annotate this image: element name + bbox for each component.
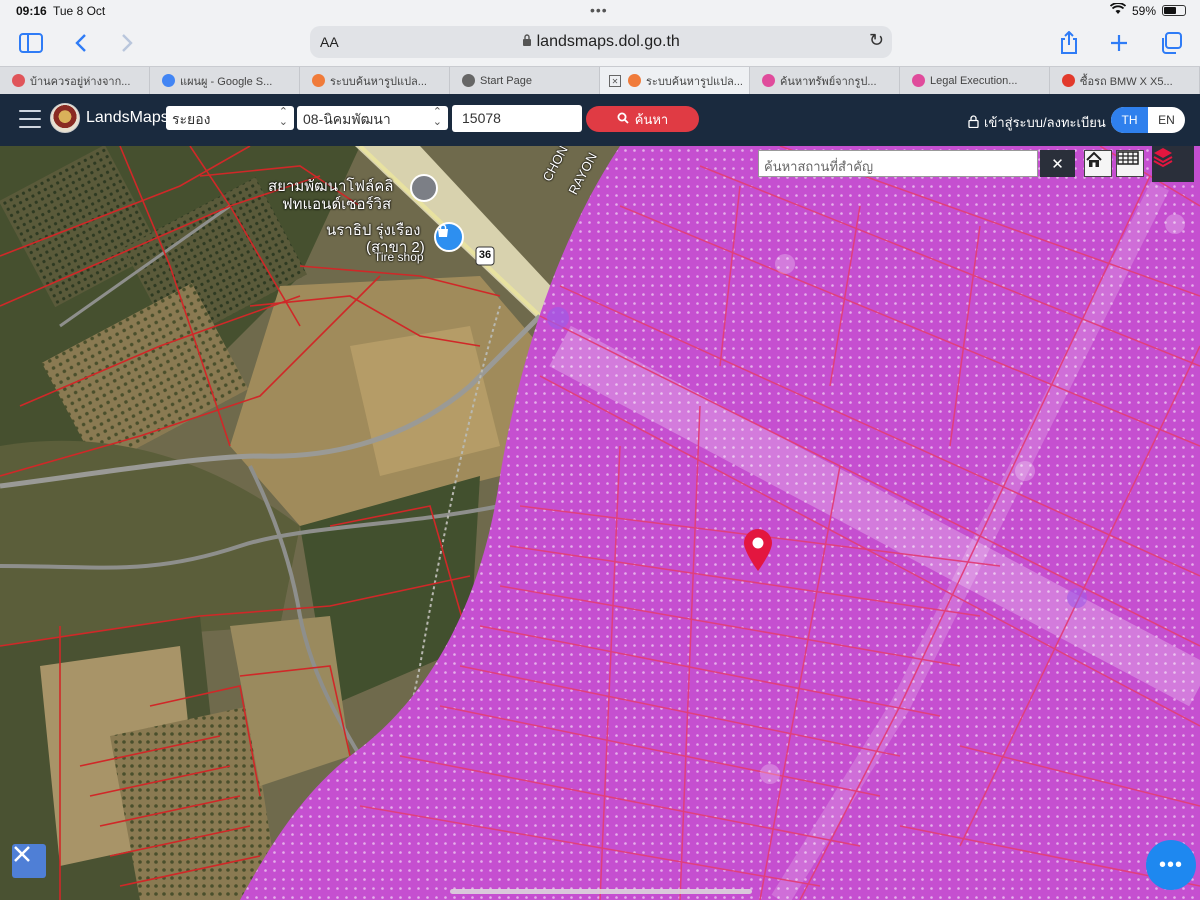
sidebar-icon[interactable] (16, 28, 46, 58)
menu-icon[interactable] (19, 110, 41, 128)
browser-tab[interactable]: Start Page (450, 67, 600, 95)
browser-tab-label: บ้านควรอยู่ห่างจาก... (30, 76, 131, 88)
search-button[interactable]: ค้นหา (586, 106, 699, 132)
close-icon: ✕ (1051, 155, 1064, 173)
poi-label[interactable]: ฟทแอนด์เซอร์วิส (282, 192, 391, 216)
forward-icon[interactable] (112, 28, 142, 58)
wifi-icon (1109, 2, 1127, 18)
reload-icon[interactable]: ↻ (869, 30, 884, 51)
status-bar: 09:16 Tue 8 Oct ••• 59% (0, 0, 1200, 22)
district-select[interactable]: 08-นิคมพัฒนา ⌃ ⌄ (297, 106, 448, 130)
browser-tab-label: Start Page (480, 75, 532, 87)
status-time: 09:16 (16, 4, 47, 18)
back-icon[interactable] (66, 28, 96, 58)
map-pin-icon (312, 74, 325, 87)
map-pin-icon (628, 74, 641, 87)
language-toggle[interactable]: TH EN (1111, 107, 1185, 133)
lang-th-button[interactable]: TH (1111, 107, 1148, 133)
address-bar[interactable]: AA landsmaps.dol.go.th ↻ (310, 26, 892, 58)
parcel-number-input[interactable]: 15078 (452, 105, 582, 132)
pink-circle-icon (912, 74, 925, 87)
browser-tab-label: แผนผู - Google S... (180, 76, 273, 88)
o2o-icon (1062, 74, 1075, 87)
home-indicator[interactable] (450, 889, 752, 894)
search-button-label: ค้นหา (634, 111, 669, 127)
new-tab-icon[interactable] (1104, 28, 1134, 58)
browser-toolbar: AA landsmaps.dol.go.th ↻ (0, 22, 1200, 66)
browser-tab-label: Legal Execution... (930, 75, 1018, 87)
province-select[interactable]: ระยอง ⌃ ⌄ (166, 106, 294, 130)
shop-marker-icon[interactable] (434, 222, 464, 252)
browser-tab-label: ค้นหาทรัพย์จากรูป... (780, 76, 877, 88)
grid-button[interactable] (1116, 150, 1144, 177)
road-number: 36 (478, 249, 492, 261)
parcel-number-value: 15078 (462, 110, 501, 126)
lock-icon (968, 114, 979, 131)
dol-logo (50, 103, 80, 133)
tabs-overview-icon[interactable] (1156, 28, 1186, 58)
browser-tab[interactable]: ✕ ระบบค้นหารูปแปล... (600, 67, 750, 95)
browser-tab-label: ระบบค้นหารูปแปล... (330, 76, 427, 88)
browser-tab-bar: บ้านควรอยู่ห่างจาก... แผนผู - Google S...… (0, 66, 1200, 95)
browser-tab-label: ซื้อรถ BMW X X5... (1080, 76, 1173, 88)
district-value: 08-นิคมพัฒนา (303, 111, 391, 127)
search-icon (617, 112, 629, 127)
login-label: เข้าสู่ระบบ/ลงทะเบียน (984, 115, 1106, 130)
poi-category-label: Tire shop (374, 250, 424, 264)
more-options-button[interactable]: ••• (1146, 840, 1196, 890)
browser-tab[interactable]: แผนผู - Google S... (150, 67, 300, 95)
share-icon[interactable] (1054, 28, 1084, 58)
place-search-placeholder: ค้นหาสถานที่สำคัญ (764, 159, 874, 174)
browser-tab[interactable]: บ้านควรอยู่ห่างจาก... (0, 67, 150, 95)
status-right: 59% (1109, 2, 1186, 18)
lang-en-button[interactable]: EN (1148, 107, 1185, 133)
more-dots-icon: ••• (1158, 853, 1183, 876)
browser-tab[interactable]: ระบบค้นหารูปแปล... (300, 67, 450, 95)
battery-percent: 59% (1131, 3, 1156, 18)
pink-circle-icon (762, 74, 775, 87)
province-value: ระยอง (172, 111, 211, 127)
star-icon (462, 74, 475, 87)
poi-marker-icon[interactable] (410, 174, 438, 202)
brand-name: LandsMaps (86, 109, 169, 126)
browser-tab[interactable]: ค้นหาทรัพย์จากรูป... (750, 67, 900, 95)
multitask-dots[interactable]: ••• (590, 2, 608, 18)
browser-tab[interactable]: Legal Execution... (900, 67, 1050, 95)
google-icon (162, 74, 175, 87)
home-button[interactable] (1084, 150, 1112, 177)
layers-button[interactable] (1152, 146, 1194, 182)
url-value: landsmaps.dol.go.th (536, 33, 680, 50)
measure-tool-button[interactable] (12, 844, 46, 878)
clear-search-button[interactable]: ✕ (1040, 150, 1075, 177)
browser-tab[interactable]: ซื้อรถ BMW X X5... (1050, 67, 1200, 95)
browser-tab-label: ระบบค้นหารูปแปล... (646, 76, 743, 88)
app-header: LandsMaps ระยอง ⌃ ⌄ 08-นิคมพัฒนา ⌃ ⌄ 15078… (0, 94, 1200, 146)
url-text: landsmaps.dol.go.th (310, 33, 892, 51)
map-canvas[interactable]: สยามพัฒนาโฟล์คลิ ฟทแอนด์เซอร์วิส นราธิป … (0, 146, 1200, 900)
updown-chevron-icon: ⌃ ⌄ (278, 106, 288, 128)
lock-icon (522, 33, 536, 50)
place-search-input[interactable]: ค้นหาสถานที่สำคัญ (758, 150, 1038, 177)
map-imagery[interactable] (0, 146, 1200, 900)
login-link[interactable]: เข้าสู่ระบบ/ลงทะเบียน (968, 112, 1106, 133)
house-icon (12, 74, 25, 87)
battery-icon (1162, 5, 1186, 16)
updown-chevron-icon: ⌃ ⌄ (432, 106, 442, 128)
close-tab-icon[interactable]: ✕ (609, 75, 621, 87)
status-date: Tue 8 Oct (53, 4, 106, 18)
